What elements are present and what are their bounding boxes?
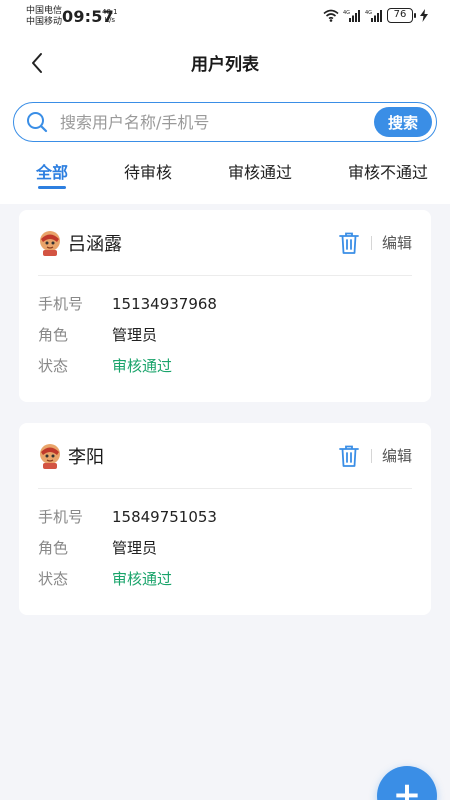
signal-icon-2: 4G [365, 10, 382, 22]
signal-icon-1: 4G [343, 10, 360, 22]
search-input[interactable] [60, 112, 374, 132]
user-name: 李阳 [68, 446, 104, 468]
user-name: 吕涵露 [68, 233, 122, 255]
tab-label: 审核不通过 [347, 163, 428, 182]
role-label: 角色 [38, 326, 69, 344]
status-badge: 审核通过 [112, 570, 173, 588]
role-row: 角色 管理员 [38, 532, 412, 563]
user-info: 手机号 15849751053 角色 管理员 状态 审核通过 [38, 489, 412, 594]
phone-label: 手机号 [38, 295, 84, 313]
role-label: 角色 [38, 539, 69, 557]
user-card[interactable]: 吕涵露 编辑 手机号 15134937968 角色 管理员 状态 审核通过 [19, 210, 431, 402]
divider [370, 448, 372, 463]
search-box: 搜索 [13, 102, 437, 142]
net-speed-unit: K/s [104, 16, 116, 24]
user-card-header: 李阳 编辑 [38, 423, 412, 489]
plus-icon: + [392, 775, 422, 800]
phone-row: 手机号 15134937968 [38, 288, 412, 319]
status-label: 状态 [38, 570, 69, 588]
svg-text:4G: 4G [365, 10, 372, 16]
status-row: 状态 审核通过 [38, 350, 412, 381]
avatar [40, 443, 60, 469]
battery-indicator: 76 [387, 8, 416, 23]
edit-button[interactable]: 编辑 [382, 445, 412, 466]
divider [370, 235, 372, 250]
status-row: 状态 审核通过 [38, 563, 412, 594]
tab-label: 全部 [36, 163, 69, 182]
tab-approved[interactable]: 审核通过 [228, 155, 292, 195]
tab-label: 审核通过 [227, 163, 292, 182]
filter-tabs: 全部 待审核 审核通过 审核不通过 [0, 146, 450, 204]
user-info: 手机号 15134937968 角色 管理员 状态 审核通过 [38, 276, 412, 381]
page-title: 用户列表 [191, 55, 259, 75]
phone-value: 15134937968 [112, 294, 217, 313]
role-row: 角色 管理员 [38, 319, 412, 350]
charging-icon [420, 9, 428, 22]
net-speed-value: 40.1 [102, 8, 118, 16]
status-label: 状态 [38, 357, 69, 375]
avatar [40, 230, 60, 256]
role-value: 管理员 [112, 326, 158, 344]
role-value: 管理员 [112, 539, 158, 557]
net-speed: 40.1 K/s [102, 8, 118, 24]
user-card-header: 吕涵露 编辑 [38, 210, 412, 276]
delete-button[interactable] [337, 444, 361, 468]
status-badge: 审核通过 [112, 357, 173, 375]
phone-row: 手机号 15849751053 [38, 501, 412, 532]
delete-button[interactable] [337, 231, 361, 255]
status-bar: 中国电信 中国移动 09:57 40.1 K/s 4G 4G 76 [0, 0, 450, 36]
user-list: 吕涵露 编辑 手机号 15134937968 角色 管理员 状态 审核通过 李阳… [0, 204, 450, 615]
svg-text:4G: 4G [343, 10, 350, 16]
trash-icon [339, 232, 359, 254]
trash-icon [339, 445, 359, 467]
search-button[interactable]: 搜索 [374, 107, 432, 137]
search-bar: 搜索 [0, 88, 450, 146]
active-tab-indicator [38, 186, 67, 189]
tab-rejected[interactable]: 审核不通过 [348, 155, 428, 195]
status-icons: 4G 4G 76 [323, 8, 428, 23]
carrier-1: 中国电信 [26, 6, 63, 16]
search-icon [27, 112, 48, 133]
add-user-button[interactable]: + [377, 766, 437, 800]
carrier-2: 中国移动 [26, 17, 63, 27]
tab-all[interactable]: 全部 [36, 155, 68, 195]
wifi-icon [323, 9, 339, 22]
nav-bar: 用户列表 [0, 36, 450, 88]
tab-label: 待审核 [123, 163, 172, 182]
phone-value: 15849751053 [112, 507, 217, 526]
tab-pending[interactable]: 待审核 [124, 155, 172, 195]
edit-button[interactable]: 编辑 [382, 232, 412, 253]
carrier-info: 中国电信 中国移动 [26, 6, 62, 28]
user-card[interactable]: 李阳 编辑 手机号 15849751053 角色 管理员 状态 审核通过 [19, 423, 431, 615]
phone-label: 手机号 [38, 508, 84, 526]
header-area: 中国电信 中国移动 09:57 40.1 K/s 4G 4G 76 用户列表 搜… [0, 0, 450, 204]
